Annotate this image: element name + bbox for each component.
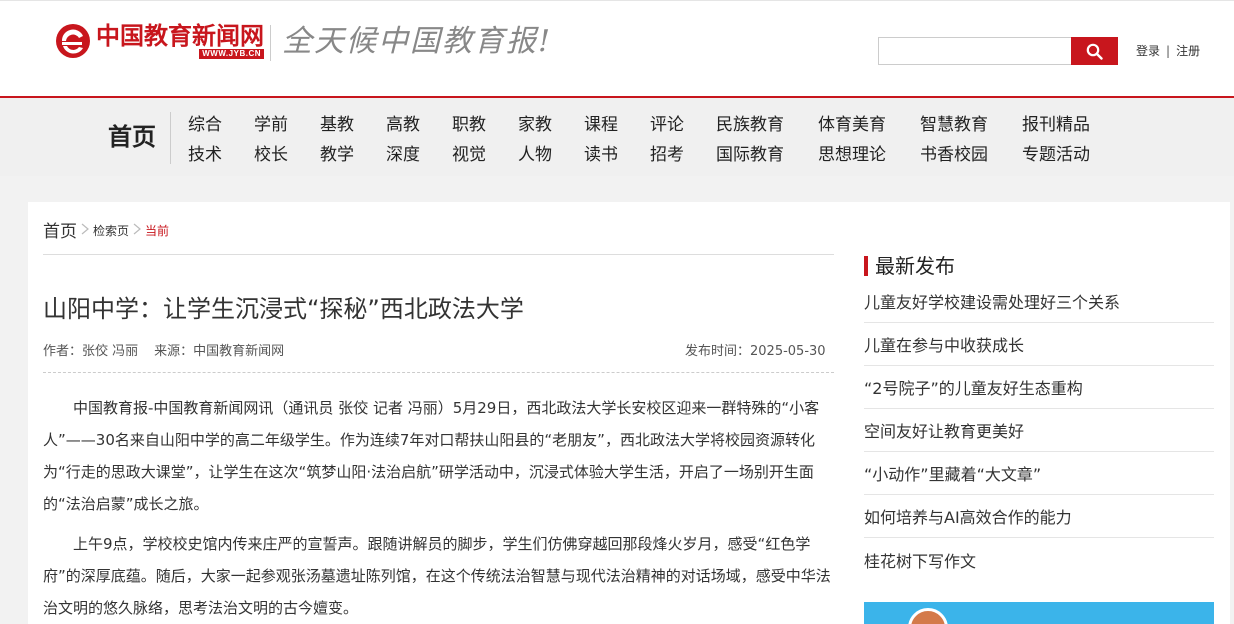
nav-item-shijue[interactable]: 视觉 bbox=[452, 144, 486, 166]
nav-item-gaojiao[interactable]: 高教 bbox=[386, 114, 420, 136]
site-header: 中国教育新闻网 WWW.JYB.CN 全天候中国教育报! 登录 | 注册 bbox=[0, 0, 1234, 96]
list-item: “2号院子”的儿童友好生态重构 bbox=[864, 366, 1214, 409]
site-slogan: 全天候中国教育报! bbox=[282, 24, 553, 59]
article-source: 来源：中国教育新闻网 bbox=[154, 344, 285, 359]
main-nav: 首页 综合 学前 基教 高教 职教 家教 课程 评论 民族教育 体育美育 智慧教… bbox=[0, 96, 1234, 176]
latest-news-list: 儿童友好学校建设需处理好三个关系 儿童在参与中收获成长 “2号院子”的儿童友好生… bbox=[864, 280, 1214, 581]
meta-divider bbox=[43, 372, 834, 373]
logo-divider bbox=[270, 25, 271, 61]
list-item: 空间友好让教育更美好 bbox=[864, 409, 1214, 452]
search-input[interactable] bbox=[878, 37, 1072, 65]
article-body: 中国教育报-中国教育新闻网讯（通讯员 张佼 记者 冯丽）5月29日，西北政法大学… bbox=[43, 392, 834, 624]
logo-url: WWW.JYB.CN bbox=[199, 49, 264, 59]
latest-news-link[interactable]: “小动作”里藏着“大文章” bbox=[864, 461, 1041, 485]
search-icon bbox=[1086, 43, 1103, 60]
sidebar-title-accent bbox=[864, 256, 868, 276]
list-item: 儿童友好学校建设需处理好三个关系 bbox=[864, 280, 1214, 323]
logo-emblem-icon bbox=[54, 22, 92, 60]
breadcrumb-current: 当前 bbox=[145, 224, 170, 238]
article-paragraph: 上午9点，学校校史馆内传来庄严的宣誓声。跟随讲解员的脚步，学生们仿佛穿越回那段烽… bbox=[43, 535, 831, 617]
breadcrumb-search[interactable]: 检索页 bbox=[93, 222, 129, 239]
nav-item-zhijiao[interactable]: 职教 bbox=[452, 114, 486, 136]
article-paragraph: 中国教育报-中国教育新闻网讯（通讯员 张佼 记者 冯丽）5月29日，西北政法大学… bbox=[43, 399, 820, 513]
nav-item-jijiao[interactable]: 基教 bbox=[320, 114, 354, 136]
banner-figure bbox=[908, 608, 948, 624]
nav-item-minzu-jiaoyu[interactable]: 民族教育 bbox=[716, 114, 784, 136]
breadcrumb-home[interactable]: 首页 bbox=[43, 217, 77, 242]
nav-item-xueqian[interactable]: 学前 bbox=[254, 114, 288, 136]
nav-item-jiajiao[interactable]: 家教 bbox=[518, 114, 552, 136]
nav-divider bbox=[170, 112, 171, 164]
nav-item-dushu[interactable]: 读书 bbox=[584, 144, 618, 166]
nav-item-kecheng[interactable]: 课程 bbox=[584, 114, 618, 136]
auth-divider: | bbox=[1166, 44, 1171, 58]
login-link[interactable]: 登录 bbox=[1136, 44, 1160, 58]
nav-item-baokan-jingpin[interactable]: 报刊精品 bbox=[1022, 114, 1090, 136]
search-button[interactable] bbox=[1071, 37, 1118, 65]
nav-item-jishu[interactable]: 技术 bbox=[188, 144, 222, 166]
chevron-right-icon bbox=[132, 223, 142, 235]
nav-item-zhaokao[interactable]: 招考 bbox=[650, 144, 684, 166]
nav-item-shuxiang-xiaoyuan[interactable]: 书香校园 bbox=[920, 144, 988, 166]
nav-item-sixiang-lilun[interactable]: 思想理论 bbox=[818, 144, 886, 166]
breadcrumb-divider bbox=[43, 254, 834, 255]
article-meta: 作者：张佼 冯丽 来源：中国教育新闻网 bbox=[43, 344, 284, 360]
nav-item-xiaozhang[interactable]: 校长 bbox=[254, 144, 288, 166]
content-panel: 首页 检索页 当前 山阳中学：让学生沉浸式“探秘”西北政法大学 作者：张佼 冯丽… bbox=[28, 202, 1230, 624]
nav-home[interactable]: 首页 bbox=[108, 122, 156, 152]
nav-item-zonghe[interactable]: 综合 bbox=[188, 114, 222, 136]
latest-news-link[interactable]: 桂花树下写作文 bbox=[864, 548, 976, 572]
register-link[interactable]: 注册 bbox=[1176, 44, 1200, 58]
sidebar-title: 最新发布 bbox=[875, 254, 955, 278]
nav-item-pinglun[interactable]: 评论 bbox=[650, 114, 684, 136]
latest-news-link[interactable]: “2号院子”的儿童友好生态重构 bbox=[864, 375, 1083, 399]
nav-item-guoji-jiaoyu[interactable]: 国际教育 bbox=[716, 144, 784, 166]
sidebar-banner-image[interactable] bbox=[864, 602, 1214, 624]
article-publish-time: 发布时间：2025-05-30 bbox=[685, 344, 826, 359]
list-item: 儿童在参与中收获成长 bbox=[864, 323, 1214, 366]
logo-wordmark: 中国教育新闻网 bbox=[96, 21, 264, 50]
nav-item-shendu[interactable]: 深度 bbox=[386, 144, 420, 166]
breadcrumb: 首页 检索页 当前 bbox=[43, 217, 170, 242]
article-author: 作者：张佼 冯丽 bbox=[43, 344, 139, 359]
list-item: 如何培养与AI高效合作的能力 bbox=[864, 495, 1214, 538]
chevron-right-icon bbox=[80, 223, 90, 235]
auth-links: 登录 | 注册 bbox=[1136, 43, 1200, 59]
nav-item-zhihui-jiaoyu[interactable]: 智慧教育 bbox=[920, 114, 988, 136]
latest-news-link[interactable]: 如何培养与AI高效合作的能力 bbox=[864, 504, 1072, 528]
nav-item-jiaoxue[interactable]: 教学 bbox=[320, 144, 354, 166]
site-logo[interactable]: 中国教育新闻网 WWW.JYB.CN bbox=[54, 21, 264, 61]
latest-news-link[interactable]: 儿童在参与中收获成长 bbox=[864, 332, 1024, 356]
nav-item-renwu[interactable]: 人物 bbox=[518, 144, 552, 166]
article-title: 山阳中学：让学生沉浸式“探秘”西北政法大学 bbox=[43, 295, 524, 323]
list-item: “小动作”里藏着“大文章” bbox=[864, 452, 1214, 495]
nav-item-zhuanti-huodong[interactable]: 专题活动 bbox=[1022, 144, 1090, 166]
list-item: 桂花树下写作文 bbox=[864, 538, 1214, 581]
latest-news-link[interactable]: 空间友好让教育更美好 bbox=[864, 418, 1024, 442]
latest-news-link[interactable]: 儿童友好学校建设需处理好三个关系 bbox=[864, 289, 1120, 313]
nav-item-tiyu-meiyu[interactable]: 体育美育 bbox=[818, 114, 886, 136]
